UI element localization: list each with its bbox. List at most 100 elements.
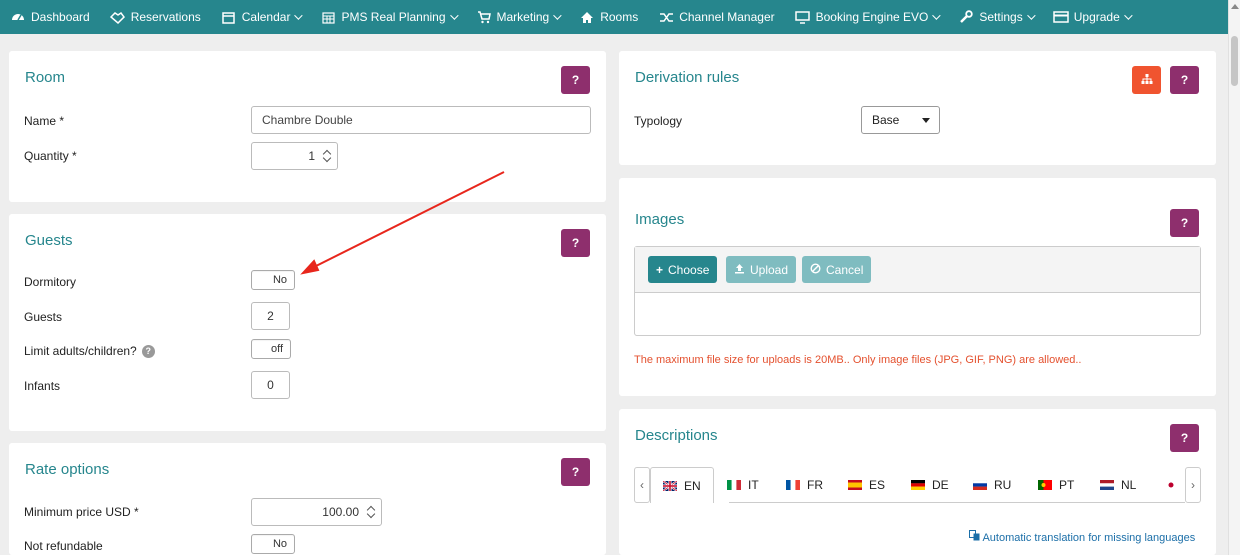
scroll-thumb[interactable]: [1231, 36, 1238, 86]
room-help-button[interactable]: ?: [561, 66, 590, 94]
tab-nl[interactable]: NL: [1100, 467, 1136, 503]
tab-es-label: ES: [869, 478, 886, 492]
flag-germany-icon: [911, 480, 925, 490]
guests-panel: Guests ? Dormitory No Guests 2 Limit adu…: [9, 214, 606, 431]
descriptions-title: Descriptions: [635, 427, 718, 444]
caret-down-icon: [922, 118, 930, 123]
derivation-title: Derivation rules: [635, 69, 740, 86]
nav-dashboard[interactable]: Dashboard: [10, 10, 90, 24]
nav-marketing[interactable]: Marketing: [476, 10, 562, 24]
images-help-button[interactable]: ?: [1170, 209, 1199, 237]
shuffle-icon: [658, 10, 674, 24]
tab-ru[interactable]: RU: [973, 467, 1011, 503]
nav-rooms-label: Rooms: [600, 10, 639, 24]
derivation-help-button[interactable]: ?: [1170, 66, 1199, 94]
nav-pms-label: PMS Real Planning: [341, 10, 446, 24]
tabs-scroll-left[interactable]: ‹: [634, 467, 650, 503]
tab-es[interactable]: ES: [848, 467, 885, 503]
quantity-stepper[interactable]: 1: [251, 142, 338, 170]
tab-jp[interactable]: [1164, 467, 1185, 503]
cancel-button[interactable]: Cancel: [802, 256, 872, 283]
guests-count-input[interactable]: 2: [251, 302, 290, 330]
tab-pt-label: PT: [1059, 478, 1075, 492]
dashboard-icon: [10, 10, 26, 24]
tab-en-label: EN: [684, 478, 701, 493]
guests-help-button[interactable]: ?: [561, 229, 590, 257]
room-panel: Room ? Name * Chambre Double Quantity * …: [9, 51, 606, 202]
choose-button[interactable]: + Choose: [648, 256, 718, 283]
tab-fr[interactable]: FR: [786, 467, 823, 503]
nav-rooms[interactable]: Rooms: [579, 10, 638, 24]
rate-options-panel: Rate options ? Minimum price USD * 100.0…: [9, 443, 606, 555]
scroll-up-arrow[interactable]: [1231, 4, 1239, 9]
rate-help-button[interactable]: ?: [561, 458, 590, 486]
name-label: Name *: [24, 114, 65, 128]
limit-adults-label: Limit adults/children??: [24, 344, 155, 359]
images-panel: Images ? + Choose Upload Cancel The maxi…: [619, 178, 1216, 396]
dormitory-toggle[interactable]: No: [251, 270, 295, 290]
room-title: Room: [25, 69, 66, 86]
nav-settings-label: Settings: [979, 10, 1023, 24]
credit-card-icon: [1052, 10, 1069, 24]
infants-input[interactable]: 0: [251, 371, 290, 399]
choose-label: Choose: [668, 262, 710, 277]
typology-value: Base: [872, 113, 900, 127]
nav-channel-manager[interactable]: Channel Manager: [658, 10, 775, 24]
nav-reservations[interactable]: Reservations: [110, 10, 201, 24]
page-scrollbar[interactable]: [1228, 0, 1240, 555]
nav-upgrade-label: Upgrade: [1073, 10, 1120, 24]
tab-nl-label: NL: [1121, 478, 1137, 492]
nav-booking-engine[interactable]: Booking Engine EVO: [795, 10, 942, 24]
nav-settings[interactable]: Settings: [958, 10, 1036, 24]
nav-booking-engine-label: Booking Engine EVO: [815, 10, 929, 24]
nav-channel-manager-label: Channel Manager: [679, 10, 775, 24]
flag-italy-icon: [727, 480, 741, 490]
auto-translation-label: Automatic translation for missing langua…: [982, 532, 1196, 544]
nav-upgrade[interactable]: Upgrade: [1052, 10, 1133, 24]
upload-size-note: The maximum file size for uploads is 20M…: [634, 354, 1082, 366]
rate-options-title: Rate options: [25, 461, 110, 478]
uploader-toolbar: + Choose Upload Cancel: [635, 247, 1200, 293]
ban-icon: [810, 262, 821, 277]
guests-label: Guests: [24, 310, 63, 324]
infants-label: Infants: [24, 379, 61, 393]
room-name-input[interactable]: Chambre Double: [251, 106, 591, 134]
tab-de[interactable]: DE: [911, 467, 949, 503]
nav-marketing-label: Marketing: [496, 10, 550, 24]
translate-icon: [969, 530, 980, 544]
upload-icon: [734, 263, 745, 277]
sitemap-button[interactable]: [1132, 66, 1161, 94]
question-circle-icon[interactable]: ?: [141, 345, 155, 359]
not-refundable-toggle[interactable]: No: [251, 534, 295, 554]
min-price-stepper[interactable]: 100.00: [251, 498, 382, 526]
images-title: Images: [635, 211, 685, 228]
quantity-value: 1: [308, 149, 315, 163]
cancel-label: Cancel: [826, 262, 864, 277]
flag-russia-icon: [973, 480, 987, 490]
upload-button[interactable]: Upload: [726, 256, 797, 283]
nav-dashboard-label: Dashboard: [31, 10, 90, 24]
limit-adults-text: Limit adults/children?: [24, 344, 137, 358]
typology-label: Typology: [634, 114, 683, 128]
tab-pt[interactable]: PT: [1038, 467, 1074, 503]
tab-fr-label: FR: [807, 478, 823, 492]
tab-en[interactable]: EN: [650, 467, 714, 503]
tab-it-label: IT: [748, 478, 759, 492]
descriptions-panel: Descriptions ? ‹ EN IT FR ES DE RU PT NL…: [619, 409, 1216, 555]
min-price-label: Minimum price USD *: [24, 505, 139, 519]
descriptions-help-button[interactable]: ?: [1170, 424, 1199, 452]
monitor-icon: [795, 10, 811, 24]
chevron-down-icon: [932, 11, 942, 20]
auto-translation-link[interactable]: Automatic translation for missing langua…: [969, 530, 1195, 544]
upload-label: Upload: [750, 262, 789, 277]
tab-it[interactable]: IT: [727, 467, 759, 503]
guests-title: Guests: [25, 232, 73, 249]
calendar-grid-icon: [320, 10, 336, 24]
tabs-scroll-right[interactable]: ›: [1185, 467, 1201, 503]
flag-portugal-icon: [1038, 480, 1052, 490]
typology-select[interactable]: Base: [861, 106, 940, 134]
nav-pms-real-planning[interactable]: PMS Real Planning: [320, 10, 459, 24]
limit-adults-toggle[interactable]: off: [251, 339, 291, 359]
handshake-icon: [110, 10, 126, 24]
nav-calendar[interactable]: Calendar: [221, 10, 304, 24]
